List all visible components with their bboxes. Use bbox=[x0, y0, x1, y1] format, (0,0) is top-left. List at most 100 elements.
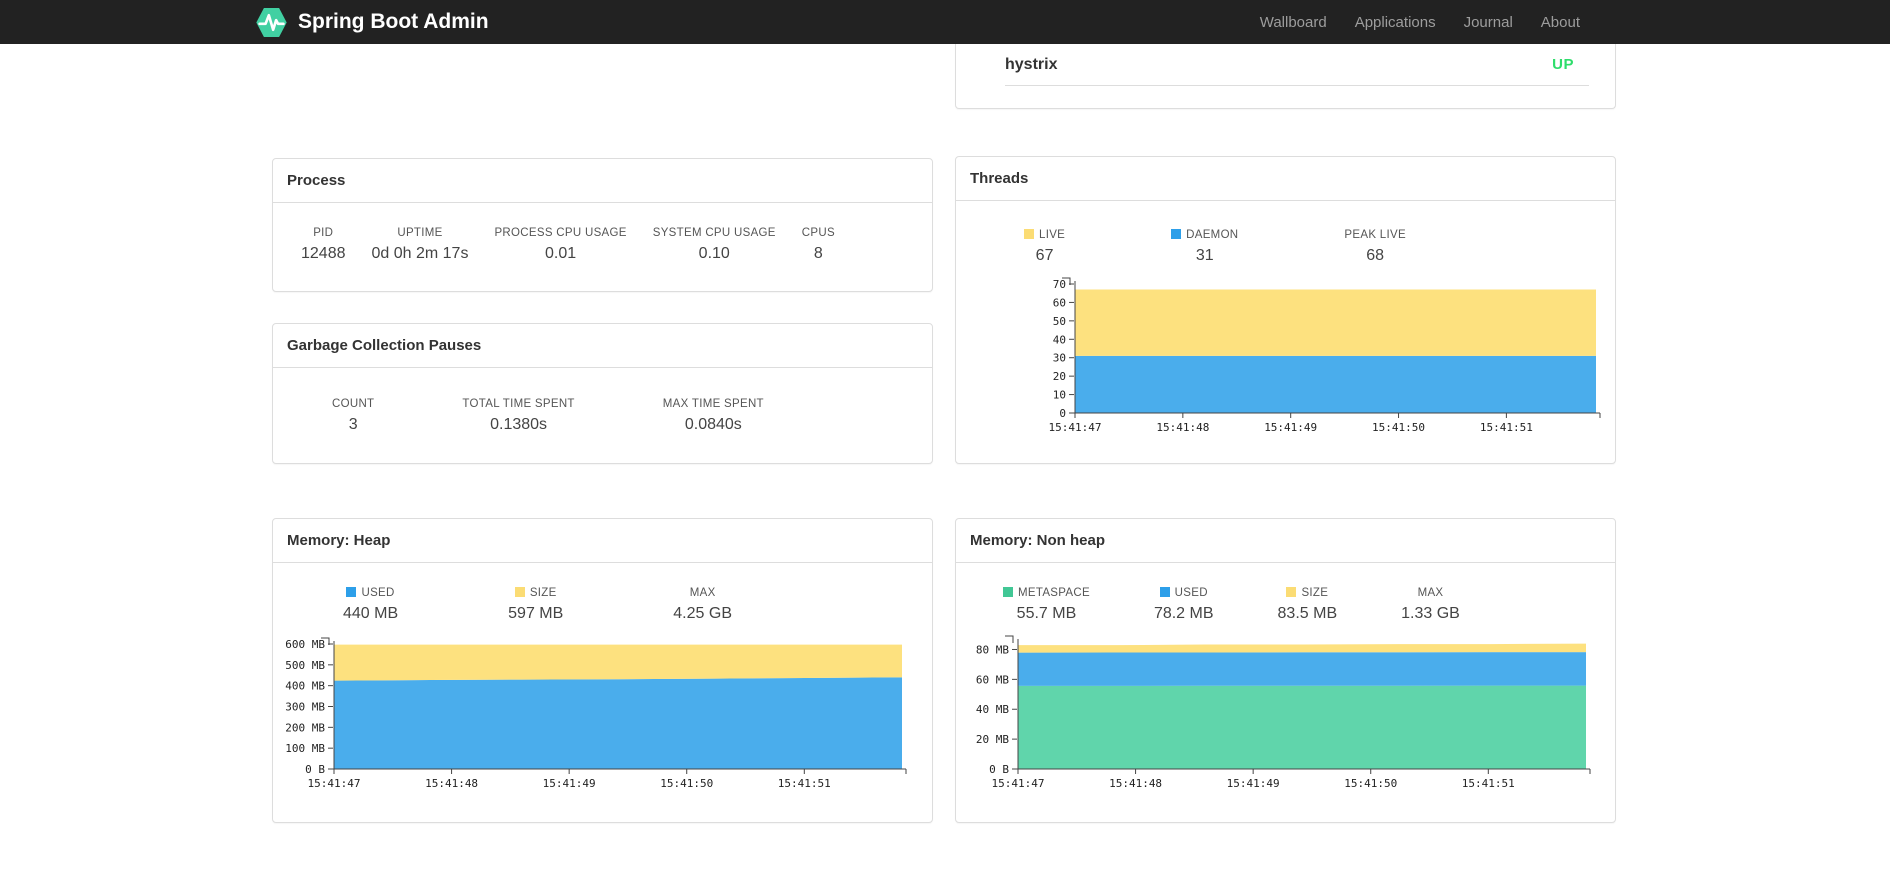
stat-value: 3 bbox=[348, 416, 358, 433]
stat-pid: PID 12488 bbox=[288, 227, 359, 263]
application-status-panel: hystrix UP bbox=[955, 44, 1616, 109]
svg-text:15:41:48: 15:41:48 bbox=[1109, 777, 1162, 790]
threads-area-chart: 0 10 20 30 40 50 60 70 15:41:47 15:41:48 15:41:49 1… bbox=[1049, 277, 1601, 434]
svg-text:15:41:49: 15:41:49 bbox=[1264, 421, 1317, 434]
svg-text:0 B: 0 B bbox=[989, 763, 1009, 776]
legend-metaspace: METASPACE 55.7 MB bbox=[971, 587, 1122, 623]
stat-label: METASPACE bbox=[1003, 587, 1090, 599]
spring-boot-admin-logo-icon bbox=[256, 7, 287, 37]
svg-text:0: 0 bbox=[1059, 407, 1066, 420]
garbage-collection-panel: Garbage Collection Pauses COUNT 3 TOTAL … bbox=[272, 323, 933, 464]
svg-text:20: 20 bbox=[1053, 370, 1066, 383]
stat-value: 83.5 MB bbox=[1277, 605, 1338, 622]
legend-max: MAX 4.25 GB bbox=[618, 587, 787, 623]
nav-links: Wallboard Applications Journal About bbox=[1246, 0, 1594, 44]
svg-text:15:41:49: 15:41:49 bbox=[543, 777, 596, 790]
svg-text:15:41:51: 15:41:51 bbox=[1480, 421, 1533, 434]
stat-label: SIZE bbox=[508, 587, 563, 599]
stat-label: MAX bbox=[1417, 587, 1444, 599]
legend-swatch-used bbox=[346, 587, 357, 597]
row-divider bbox=[1005, 85, 1589, 86]
stat-total-time-spent: TOTAL TIME SPENT 0.1380s bbox=[418, 398, 618, 434]
legend-size: SIZE 597 MB bbox=[453, 587, 618, 623]
application-row-hystrix[interactable]: hystrix UP bbox=[956, 44, 1615, 85]
svg-text:0 B: 0 B bbox=[305, 763, 325, 776]
svg-text:40: 40 bbox=[1053, 333, 1066, 346]
threads-panel: Threads LIVE 67 DAEMON 31 PEAK LIVE 68 0… bbox=[955, 156, 1616, 464]
legend-swatch-live bbox=[1024, 229, 1034, 239]
stat-value: 67 bbox=[1035, 247, 1054, 264]
stat-label: LIVE bbox=[1024, 229, 1065, 241]
brand[interactable]: Spring Boot Admin bbox=[255, 0, 489, 44]
svg-text:50: 50 bbox=[1053, 315, 1066, 328]
legend-swatch-size bbox=[514, 587, 525, 597]
stat-value: 0.1380s bbox=[490, 416, 548, 433]
nav-item-journal[interactable]: Journal bbox=[1450, 14, 1527, 31]
svg-text:15:41:50: 15:41:50 bbox=[660, 777, 713, 790]
memory-nonheap-area-chart: 0 B 20 MB 40 MB 60 MB 80 MB 15:41:47 15:41:48 1… bbox=[976, 635, 1591, 790]
brand-title: Spring Boot Admin bbox=[298, 10, 489, 33]
stat-label: SYSTEM CPU USAGE bbox=[652, 227, 776, 239]
stat-label: MAX TIME SPENT bbox=[662, 398, 764, 410]
nonheap-legend: METASPACE 55.7 MB USED 78.2 MB SIZE 83.5… bbox=[956, 563, 1615, 623]
legend-used: USED 440 MB bbox=[288, 587, 453, 623]
stat-cpus: CPUS 8 bbox=[789, 227, 848, 263]
svg-text:40 MB: 40 MB bbox=[976, 703, 1009, 716]
svg-text:500 MB: 500 MB bbox=[285, 659, 325, 672]
threads-legend: LIVE 67 DAEMON 31 PEAK LIVE 68 bbox=[956, 201, 1615, 265]
legend-daemon: DAEMON 31 bbox=[1118, 229, 1291, 265]
panel-title: Memory: Non heap bbox=[956, 519, 1615, 563]
legend-size: SIZE 83.5 MB bbox=[1246, 587, 1370, 623]
svg-text:15:41:48: 15:41:48 bbox=[1156, 421, 1209, 434]
svg-text:70: 70 bbox=[1053, 278, 1066, 291]
stat-label: TOTAL TIME SPENT bbox=[462, 398, 575, 410]
stat-label: PEAK LIVE bbox=[1344, 229, 1406, 241]
svg-text:15:41:49: 15:41:49 bbox=[1227, 777, 1280, 790]
stat-value: 78.2 MB bbox=[1153, 605, 1214, 622]
gc-stats: COUNT 3 TOTAL TIME SPENT 0.1380s MAX TIM… bbox=[273, 368, 932, 434]
stat-value: 0.0840s bbox=[684, 416, 742, 433]
memory-heap-area-chart: 0 B 100 MB 200 MB 300 MB 400 MB 500 MB 600 MB 1… bbox=[285, 637, 907, 790]
panel-title: Threads bbox=[956, 157, 1615, 201]
process-panel: Process PID 12488 UPTIME 0d 0h 2m 17s PR… bbox=[272, 158, 933, 292]
nav-item-about[interactable]: About bbox=[1527, 14, 1594, 31]
svg-text:15:41:50: 15:41:50 bbox=[1344, 777, 1397, 790]
panel-title: Memory: Heap bbox=[273, 519, 932, 563]
svg-text:15:41:51: 15:41:51 bbox=[1462, 777, 1515, 790]
svg-text:60: 60 bbox=[1053, 296, 1066, 309]
legend-swatch-daemon bbox=[1171, 229, 1182, 239]
stat-label: MAX bbox=[689, 587, 716, 599]
stat-label: DAEMON bbox=[1171, 229, 1238, 241]
panel-title: Process bbox=[273, 159, 932, 203]
svg-text:600 MB: 600 MB bbox=[285, 638, 325, 651]
svg-text:15:41:51: 15:41:51 bbox=[778, 777, 831, 790]
application-name: hystrix bbox=[1005, 55, 1058, 73]
stat-label: PROCESS CPU USAGE bbox=[494, 227, 627, 239]
stat-label: USED bbox=[343, 587, 398, 599]
svg-text:15:41:47: 15:41:47 bbox=[1049, 421, 1102, 434]
stat-value: 4.25 GB bbox=[673, 605, 732, 622]
legend-used: USED 78.2 MB bbox=[1122, 587, 1246, 623]
svg-text:200 MB: 200 MB bbox=[285, 721, 325, 734]
nav-item-applications[interactable]: Applications bbox=[1341, 14, 1450, 31]
stat-max-time-spent: MAX TIME SPENT 0.0840s bbox=[619, 398, 808, 434]
legend-swatch-size bbox=[1286, 587, 1297, 597]
stat-value: 68 bbox=[1366, 247, 1385, 264]
svg-text:400 MB: 400 MB bbox=[285, 680, 325, 693]
stat-system-cpu-usage: SYSTEM CPU USAGE 0.10 bbox=[640, 227, 789, 263]
stat-value: 0d 0h 2m 17s bbox=[371, 245, 469, 262]
svg-text:15:41:47: 15:41:47 bbox=[308, 777, 361, 790]
nav-item-wallboard[interactable]: Wallboard bbox=[1246, 14, 1341, 31]
status-badge: UP bbox=[1552, 56, 1574, 73]
process-stats: PID 12488 UPTIME 0d 0h 2m 17s PROCESS CP… bbox=[273, 203, 932, 263]
svg-text:300 MB: 300 MB bbox=[285, 701, 325, 714]
svg-text:100 MB: 100 MB bbox=[285, 742, 325, 755]
svg-text:80 MB: 80 MB bbox=[976, 643, 1009, 656]
svg-text:60 MB: 60 MB bbox=[976, 673, 1009, 686]
stat-value: 8 bbox=[813, 245, 823, 262]
stat-process-cpu-usage: PROCESS CPU USAGE 0.01 bbox=[481, 227, 639, 263]
stat-count: COUNT 3 bbox=[288, 398, 418, 434]
svg-text:10: 10 bbox=[1053, 389, 1066, 402]
legend-swatch-metaspace bbox=[1003, 587, 1013, 597]
legend-peak-live: PEAK LIVE 68 bbox=[1291, 229, 1459, 265]
